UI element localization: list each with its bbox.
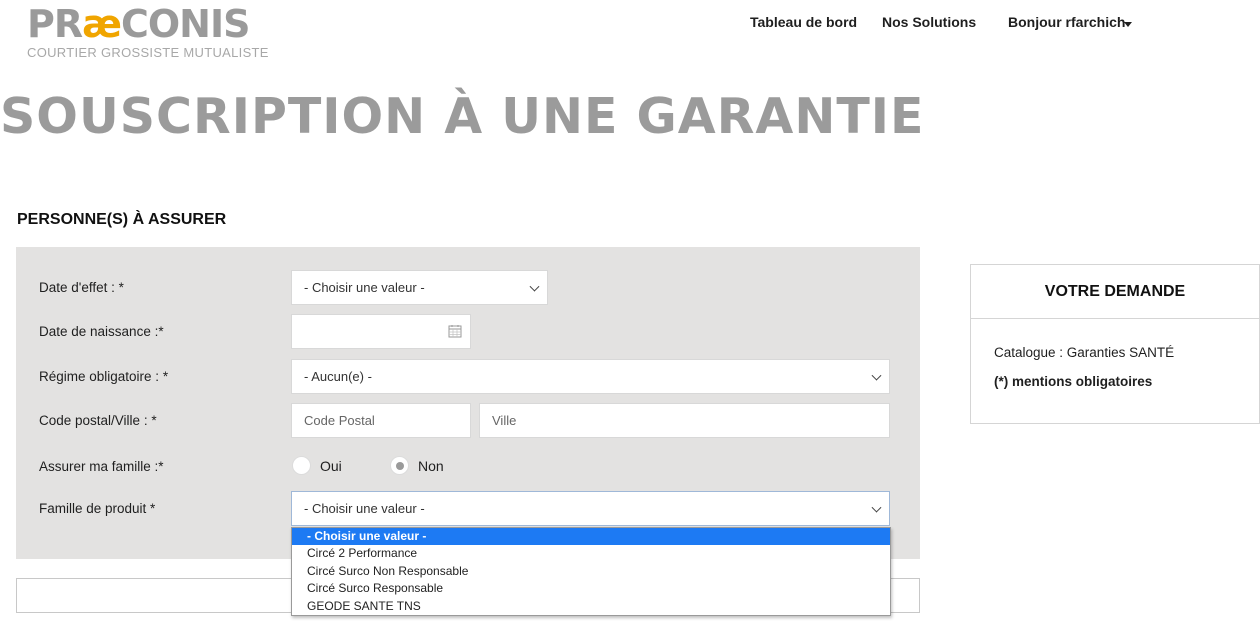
date-effet-label: Date d'effet : *: [39, 280, 124, 295]
regime-label: Régime obligatoire : *: [39, 369, 169, 384]
code-postal-label: Code postal/Ville : *: [39, 413, 157, 428]
famille-oui-radio[interactable]: [292, 456, 311, 475]
request-summary-card: VOTRE DEMANDE Catalogue : Garanties SANT…: [970, 264, 1260, 424]
dropdown-option[interactable]: - Choisir une valeur -: [292, 528, 890, 546]
calendar-icon[interactable]: [448, 324, 462, 338]
nav-dashboard-link[interactable]: Tableau de bord: [750, 14, 857, 30]
caret-down-icon[interactable]: [1124, 22, 1132, 27]
date-naissance-label: Date de naissance :*: [39, 324, 164, 339]
regime-value: - Aucun(e) -: [304, 369, 372, 384]
section-title: PERSONNE(S) À ASSURER: [17, 211, 227, 228]
famille-produit-select[interactable]: - Choisir une valeur -: [291, 491, 890, 526]
dropdown-option[interactable]: Circé Surco Responsable: [292, 580, 890, 597]
user-menu[interactable]: Bonjour rfarchich: [1008, 14, 1125, 30]
ville-input[interactable]: Ville: [479, 403, 890, 438]
chevron-down-icon: [529, 281, 540, 292]
date-naissance-input[interactable]: [291, 314, 471, 349]
logo-tagline: COURTIER GROSSISTE MUTUALISTE: [27, 45, 269, 60]
catalogue-text: Catalogue : Garanties SANTÉ: [994, 345, 1175, 360]
assurer-famille-label: Assurer ma famille :*: [39, 459, 164, 474]
famille-produit-label: Famille de produit *: [39, 501, 156, 516]
dropdown-option[interactable]: GEODE SANTE TNS: [292, 598, 890, 615]
dropdown-option[interactable]: Circé 2 Performance: [292, 545, 890, 562]
famille-non-radio[interactable]: [390, 456, 409, 475]
logo-wordmark: PRæCONIS: [27, 2, 250, 46]
logo[interactable]: PRæCONIS COURTIER GROSSISTE MUTUALISTE: [27, 2, 269, 62]
dropdown-option[interactable]: Circé Surco Non Responsable: [292, 563, 890, 580]
ville-placeholder: Ville: [492, 413, 517, 428]
page-title: SOUSCRIPTION À UNE GARANTIE: [0, 88, 925, 145]
code-postal-input[interactable]: Code Postal: [291, 403, 471, 438]
chevron-down-icon: [871, 502, 882, 513]
code-postal-placeholder: Code Postal: [304, 413, 375, 428]
regime-select[interactable]: - Aucun(e) -: [291, 359, 890, 394]
famille-produit-value: - Choisir une valeur -: [304, 501, 425, 516]
card-title: VOTRE DEMANDE: [971, 265, 1259, 319]
famille-non-label[interactable]: Non: [418, 458, 444, 474]
insured-persons-form: Date d'effet : * - Choisir une valeur - …: [16, 247, 920, 559]
date-effet-value: - Choisir une valeur -: [304, 280, 425, 295]
date-effet-select[interactable]: - Choisir une valeur -: [291, 270, 548, 305]
famille-oui-label[interactable]: Oui: [320, 458, 342, 474]
famille-produit-dropdown[interactable]: - Choisir une valeur - Circé 2 Performan…: [291, 527, 891, 616]
nav-solutions-link[interactable]: Nos Solutions: [882, 14, 976, 30]
chevron-down-icon: [871, 370, 882, 381]
mentions-text: (*) mentions obligatoires: [994, 374, 1153, 389]
